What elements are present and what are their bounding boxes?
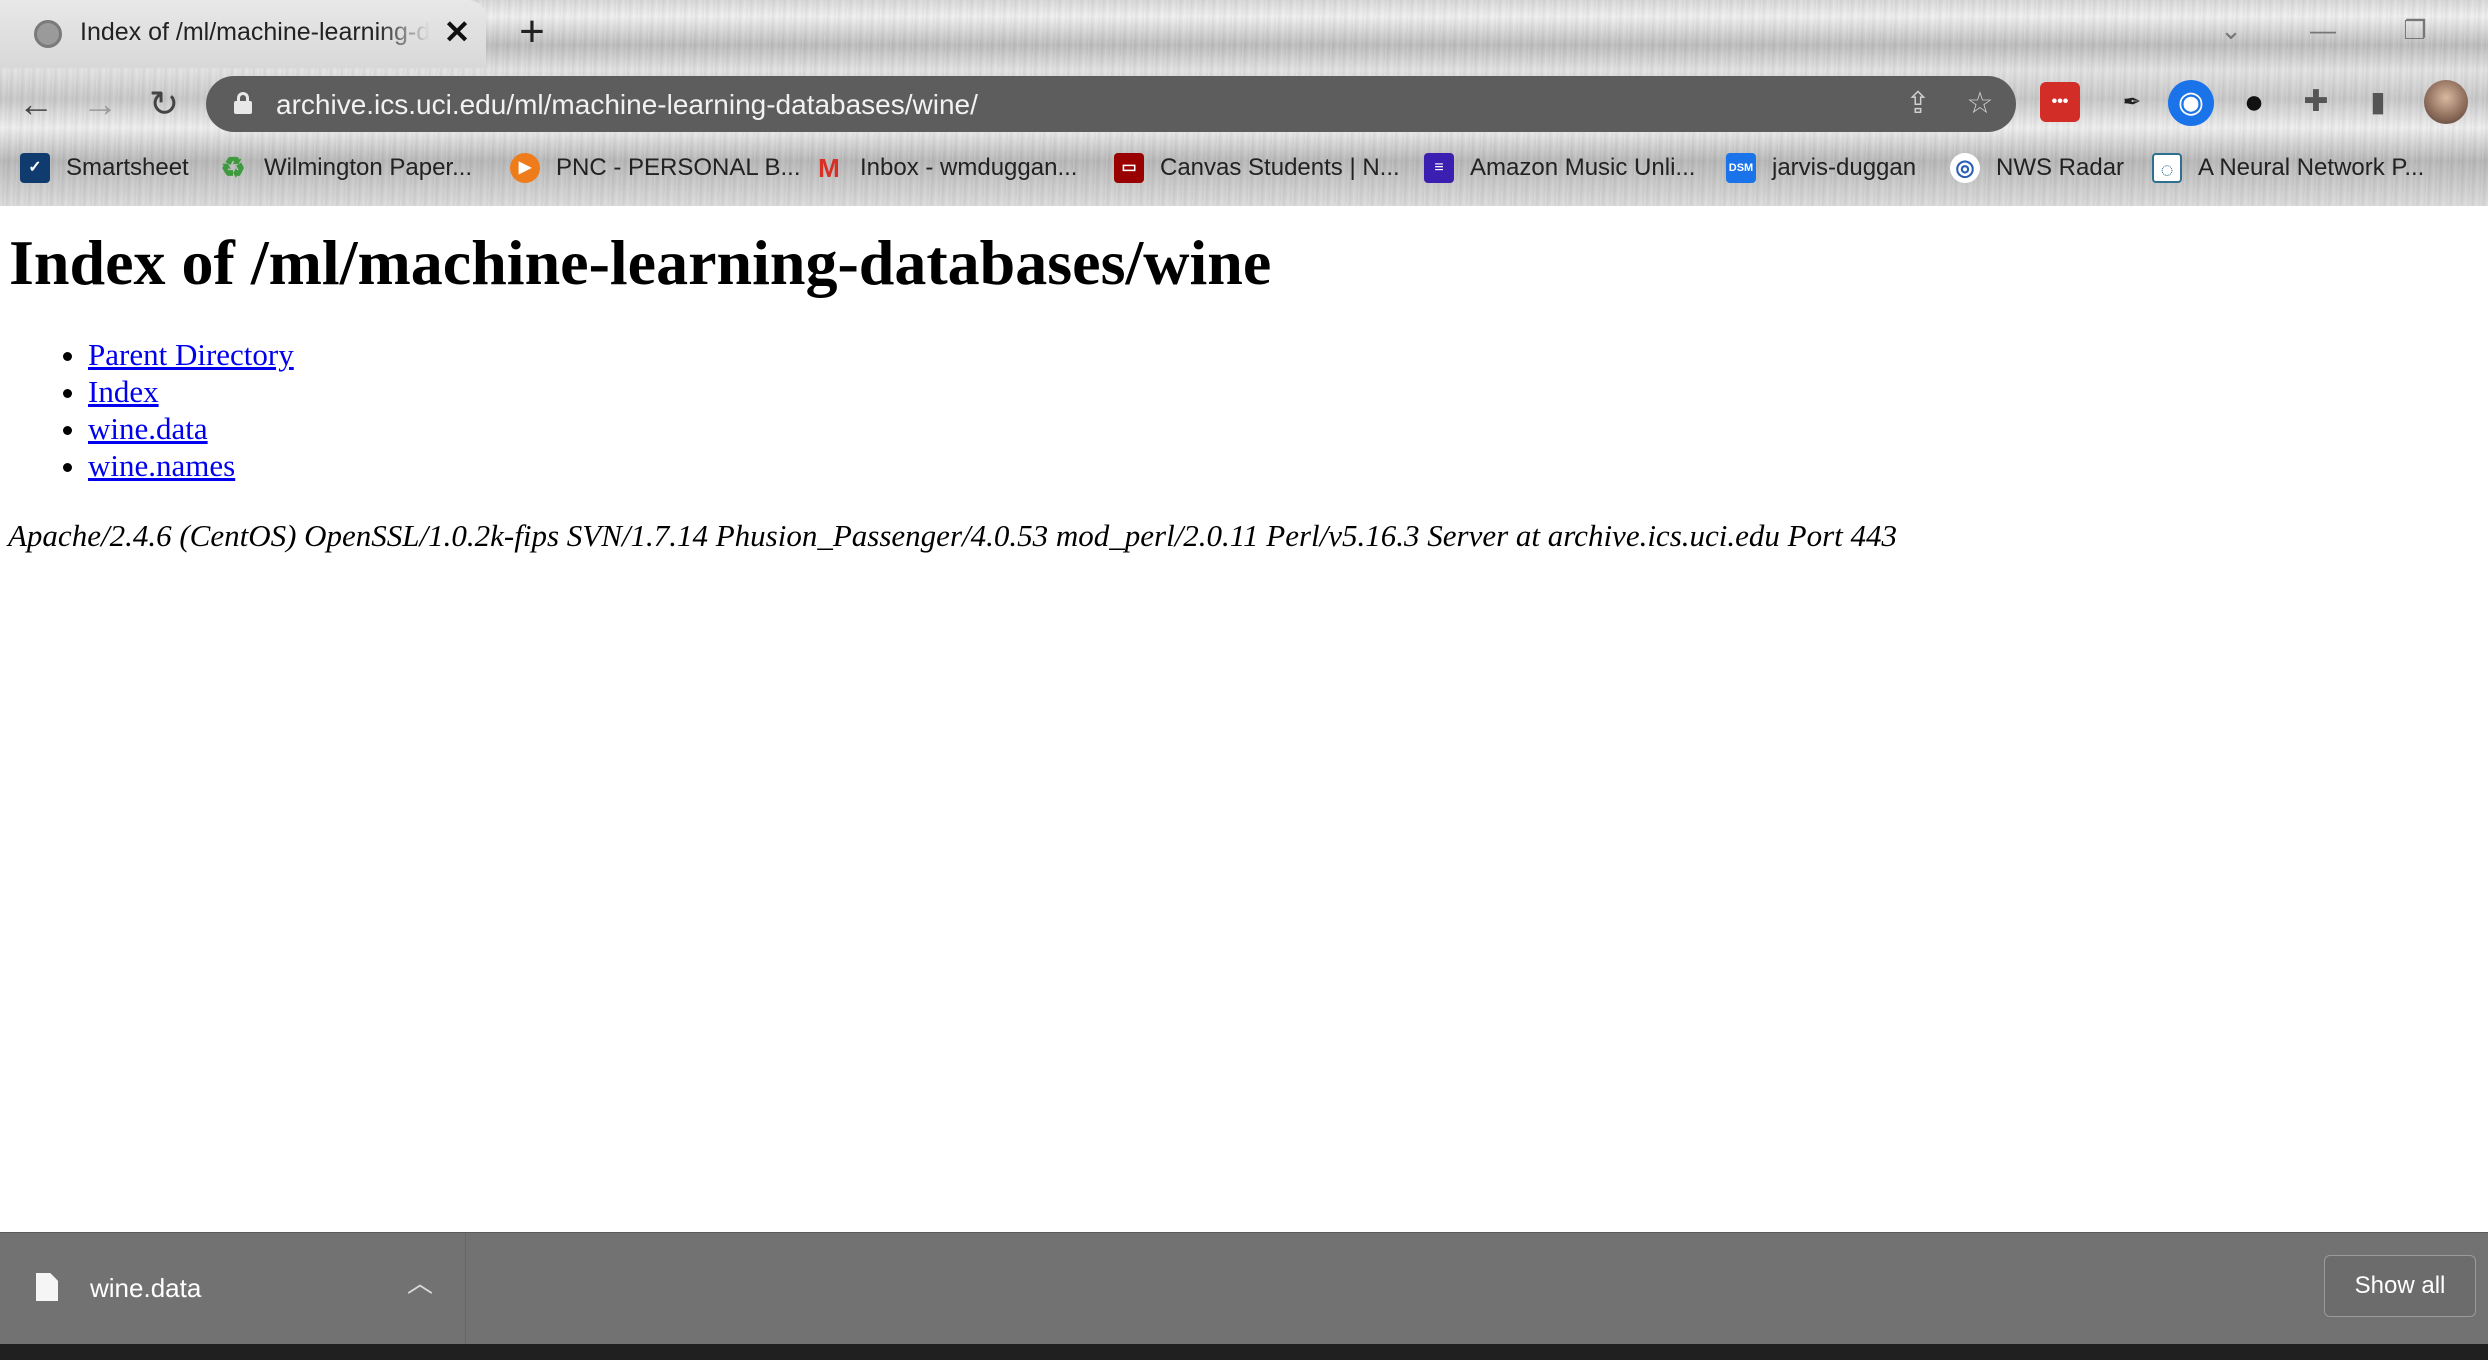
reload-button[interactable]: ↻ [142, 82, 186, 126]
amazon-music-icon: ≡ [1424, 153, 1454, 183]
dsm-icon: DSM [1726, 153, 1756, 183]
smartsheet-icon: ✓ [20, 153, 50, 183]
canvas-icon: ▭ [1114, 153, 1144, 183]
tab-title: Index of /ml/machine-learning-databases/… [80, 18, 430, 46]
bookmark-label: PNC - PERSONAL B... [556, 154, 801, 181]
bookmark-label: Smartsheet [66, 154, 189, 181]
target-extension-icon[interactable]: ◉ [2168, 80, 2214, 126]
bookmark-star-icon[interactable]: ☆ [1962, 86, 1998, 122]
page-content: Index of /ml/machine-learning-databases/… [0, 206, 2488, 1232]
file-list: Parent Directory Index wine.data wine.na… [88, 336, 294, 484]
bookmark-label: NWS Radar [1996, 154, 2125, 181]
spiral-icon: ◌ [2152, 153, 2182, 183]
bookmark-label: Inbox - wmduggan... [860, 154, 1078, 181]
file-icon [36, 1273, 58, 1301]
sidepanel-icon[interactable]: ▮ [2358, 82, 2398, 122]
lastpass-icon[interactable]: ••• [2040, 82, 2080, 122]
url-text[interactable]: archive.ics.uci.edu/ml/machine-learning-… [276, 89, 978, 121]
forward-button[interactable]: → [78, 82, 122, 126]
bookmark-pnc[interactable]: ▶ PNC - PERSONAL B... [510, 150, 801, 186]
wine-data-link[interactable]: wine.data [88, 411, 208, 446]
server-signature: Apache/2.4.6 (CentOS) OpenSSL/1.0.2k-fip… [8, 518, 1898, 553]
lock-icon[interactable] [234, 92, 252, 114]
tab-search-chevron-icon[interactable]: ⌄ [2206, 10, 2256, 50]
list-item: wine.data [88, 410, 294, 447]
browser-chrome: Index of /ml/machine-learning-databases/… [0, 0, 2488, 206]
bookmark-wilmington-paper[interactable]: ♻ Wilmington Paper... [218, 150, 472, 186]
puzzle-icon[interactable]: ✚ [2296, 82, 2336, 122]
gmail-icon: M [818, 153, 840, 183]
bookmark-label: Canvas Students | N... [1160, 154, 1400, 181]
close-tab-icon[interactable]: ✕ [440, 14, 474, 50]
bookmark-smartsheet[interactable]: ✓ Smartsheet [20, 150, 189, 186]
browser-tab[interactable]: Index of /ml/machine-learning-databases/… [0, 0, 486, 68]
bookmark-amazon-music[interactable]: ≡ Amazon Music Unli... [1424, 150, 1695, 186]
wine-names-link[interactable]: wine.names [88, 448, 235, 483]
bookmark-inbox[interactable]: M Inbox - wmduggan... [814, 150, 1077, 186]
new-tab-button[interactable]: + [510, 10, 554, 56]
recycle-icon: ♻ [220, 152, 246, 183]
minimize-button[interactable]: — [2298, 10, 2348, 50]
list-item: Parent Directory [88, 336, 294, 373]
list-item: wine.names [88, 447, 294, 484]
github-icon[interactable]: ● [2234, 82, 2274, 122]
bookmark-canvas[interactable]: ▭ Canvas Students | N... [1114, 150, 1400, 186]
bookmark-label: Wilmington Paper... [264, 154, 473, 181]
restore-button[interactable]: ❐ [2390, 10, 2440, 50]
page-title: Index of /ml/machine-learning-databases/… [9, 227, 1272, 298]
bookmark-label: Amazon Music Unli... [1470, 154, 1696, 181]
index-link[interactable]: Index [88, 374, 159, 409]
globe-icon [34, 20, 62, 48]
download-shelf: wine.data ︿ Show all [0, 1232, 2488, 1345]
noaa-icon: ◎ [1950, 153, 1980, 183]
chevron-up-icon[interactable]: ︿ [404, 1267, 436, 1299]
address-bar[interactable]: archive.ics.uci.edu/ml/machine-learning-… [206, 76, 2016, 132]
bookmark-nws-radar[interactable]: ◎ NWS Radar [1950, 150, 2124, 186]
bookmark-label: A Neural Network P... [2198, 154, 2425, 181]
download-item[interactable]: wine.data ︿ [0, 1233, 466, 1345]
pnc-icon: ▶ [510, 153, 540, 183]
download-file-name[interactable]: wine.data [90, 1273, 201, 1304]
bookmark-label: jarvis-duggan [1772, 154, 1917, 181]
profile-avatar[interactable] [2424, 80, 2468, 124]
share-icon[interactable]: ⇪ [1900, 86, 1936, 122]
back-button[interactable]: ← [14, 82, 58, 126]
parent-directory-link[interactable]: Parent Directory [88, 337, 294, 372]
bookmark-jarvis-duggan[interactable]: DSM jarvis-duggan [1726, 150, 1916, 186]
ink-extension-icon[interactable]: ✒ [2112, 82, 2152, 122]
bookmark-neural-network[interactable]: ◌ A Neural Network P... [2152, 150, 2424, 186]
taskbar-edge [0, 1344, 2488, 1360]
list-item: Index [88, 373, 294, 410]
show-all-button[interactable]: Show all [2324, 1255, 2476, 1317]
